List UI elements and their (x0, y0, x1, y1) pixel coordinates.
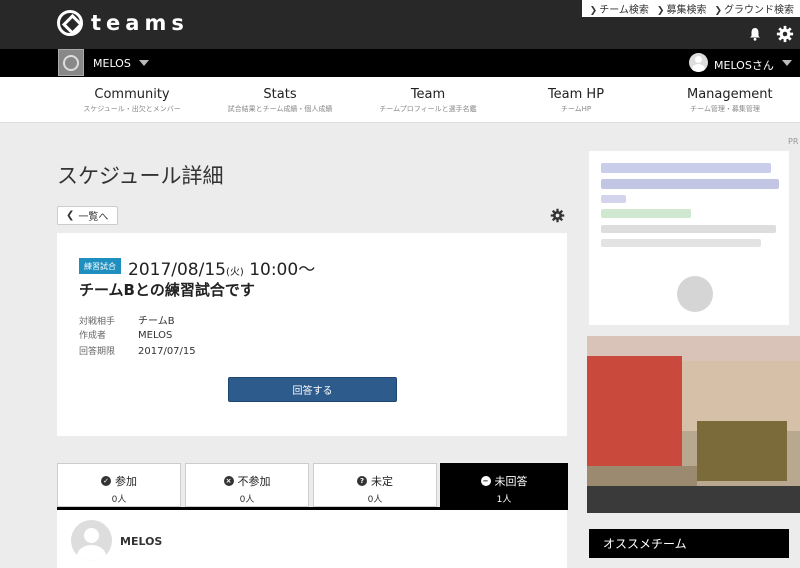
answer-button[interactable]: 回答する (228, 377, 397, 402)
tab-undecided[interactable]: ? 未定 0人 (313, 463, 437, 507)
gear-icon[interactable] (550, 208, 565, 223)
ad-placeholder (601, 209, 691, 218)
event-card: 練習試合 2017/08/15(火) 10:00〜 チームBとの練習試合です 対… (57, 233, 567, 436)
nav-title: Team (410, 87, 446, 102)
tab-label-text: 未定 (371, 475, 393, 488)
tab-count: 0人 (367, 495, 383, 505)
ground-search-label: グラウンド検索 (724, 5, 794, 16)
tab-label: × 不参加 (186, 473, 308, 489)
member-avatar[interactable] (71, 520, 112, 561)
ad-image-block (587, 486, 800, 513)
ad-placeholder (601, 179, 779, 189)
minus-circle-icon: − (480, 476, 491, 486)
logo-text: teams (91, 11, 189, 35)
bell-icon[interactable] (748, 27, 762, 41)
tab-label-text: 不参加 (237, 475, 271, 488)
main-nav: Community スケジュール・出欠とメンバー Stats 試合結果とチーム成… (0, 77, 800, 123)
pr-label: PR (788, 137, 799, 146)
event-dow: (火) (225, 267, 244, 278)
chevron-right-icon: ❯ (589, 6, 598, 16)
team-logo-icon (63, 54, 79, 71)
nav-team-hp[interactable]: Team HP チームHP (546, 88, 606, 114)
user-avatar[interactable] (689, 53, 708, 72)
page-title: スケジュール詳細 (57, 164, 224, 188)
info-row-deadline: 回答期限 2017/07/15 (79, 344, 196, 357)
ad-placeholder (677, 276, 713, 312)
tab-label: ✓ 参加 (58, 473, 180, 489)
tab-count: 0人 (239, 495, 255, 505)
ad-placeholder (601, 225, 776, 233)
tab-no-answer[interactable]: − 未回答 1人 (440, 463, 568, 507)
info-key: 対戦相手 (79, 317, 116, 327)
attendance-tabs: ✓ 参加 0人 × 不参加 0人 ? 未定 0人 − 未回答 1人 (57, 463, 568, 508)
ad-placeholder (601, 163, 771, 173)
chevron-right-icon: ❯ (714, 6, 722, 16)
nav-subtitle: チームHP (560, 105, 592, 113)
nav-title: Stats (263, 87, 297, 102)
nav-subtitle: 試合結果とチーム成績・個人成績 (227, 105, 333, 113)
event-datetime: 2017/08/15(火) 10:00〜 (128, 255, 315, 280)
nav-title: Management (687, 87, 773, 102)
top-links: ❯ チーム検索 ❯ 募集検索 ❯ グラウンド検索 (581, 0, 800, 17)
ground-search-link[interactable]: ❯ グラウンド検索 (714, 1, 794, 16)
info-key: 回答期限 (79, 347, 116, 357)
logo-icon (57, 10, 83, 36)
nav-title: Team HP (547, 87, 605, 102)
tab-attend[interactable]: ✓ 参加 0人 (57, 463, 181, 507)
tab-absent[interactable]: × 不参加 0人 (185, 463, 309, 507)
tab-label-text: 参加 (115, 475, 137, 488)
tab-label: − 未回答 (441, 473, 567, 489)
chevron-right-icon: ❯ (656, 6, 665, 16)
team-search-label: チーム検索 (599, 5, 649, 16)
recruit-search-label: 募集検索 (666, 5, 707, 16)
ad-banner-image[interactable] (587, 336, 800, 513)
info-row-opponent: 対戦相手 チームB (79, 312, 175, 327)
check-circle-icon: ✓ (101, 476, 111, 486)
tab-label-text: 未回答 (494, 475, 528, 488)
team-name[interactable]: MELOS (93, 57, 131, 70)
event-title: チームBとの練習試合です (79, 281, 255, 299)
team-search-link[interactable]: ❯ チーム検索 (590, 1, 649, 16)
event-date: 2017/08/15 (128, 260, 226, 280)
caret-down-icon[interactable] (782, 60, 792, 66)
nav-community[interactable]: Community スケジュール・出欠とメンバー (82, 88, 182, 114)
user-name[interactable]: MELOSさん (714, 57, 774, 73)
event-type-badge: 練習試合 (79, 258, 121, 274)
gear-icon[interactable] (776, 25, 794, 43)
info-value: チームB (138, 316, 175, 327)
nav-team[interactable]: Team チームプロフィールと選手名鑑 (378, 88, 478, 114)
back-to-list-button[interactable]: ❮ 一覧へ (57, 206, 118, 225)
info-row-creator: 作成者 MELOS (79, 328, 172, 341)
recruit-search-link[interactable]: ❯ 募集検索 (657, 1, 707, 16)
event-time: 10:00〜 (243, 260, 316, 280)
question-circle-icon: ? (357, 476, 367, 486)
info-value: MELOS (138, 330, 173, 341)
nav-stats[interactable]: Stats 試合結果とチーム成績・個人成績 (224, 88, 336, 114)
info-key: 作成者 (79, 331, 107, 341)
member-list-item: MELOS (57, 510, 567, 568)
ad-image-block (587, 356, 682, 466)
team-avatar[interactable] (58, 49, 84, 76)
tab-count: 0人 (111, 495, 127, 505)
tab-count: 1人 (496, 495, 512, 505)
nav-subtitle: チーム管理・募集管理 (690, 105, 760, 113)
nav-title: Community (94, 87, 170, 102)
ad-placeholder (601, 195, 626, 203)
back-button-label: 一覧へ (78, 212, 109, 223)
ad-placeholder (601, 239, 761, 247)
cross-circle-icon: × (223, 476, 234, 486)
caret-down-icon[interactable] (139, 60, 149, 66)
tab-label: ? 未定 (314, 473, 436, 489)
recommended-teams-header: オススメチーム (589, 529, 789, 558)
info-value: 2017/07/15 (138, 346, 196, 357)
ad-banner-top[interactable] (589, 151, 789, 325)
ad-image-block (697, 421, 787, 481)
chevron-left-icon: ❮ (66, 210, 75, 221)
member-name[interactable]: MELOS (120, 535, 162, 548)
nav-management[interactable]: Management チーム管理・募集管理 (687, 87, 773, 114)
nav-subtitle: チームプロフィールと選手名鑑 (379, 105, 477, 113)
app-logo[interactable]: teams (57, 10, 189, 36)
nav-subtitle: スケジュール・出欠とメンバー (83, 105, 181, 113)
